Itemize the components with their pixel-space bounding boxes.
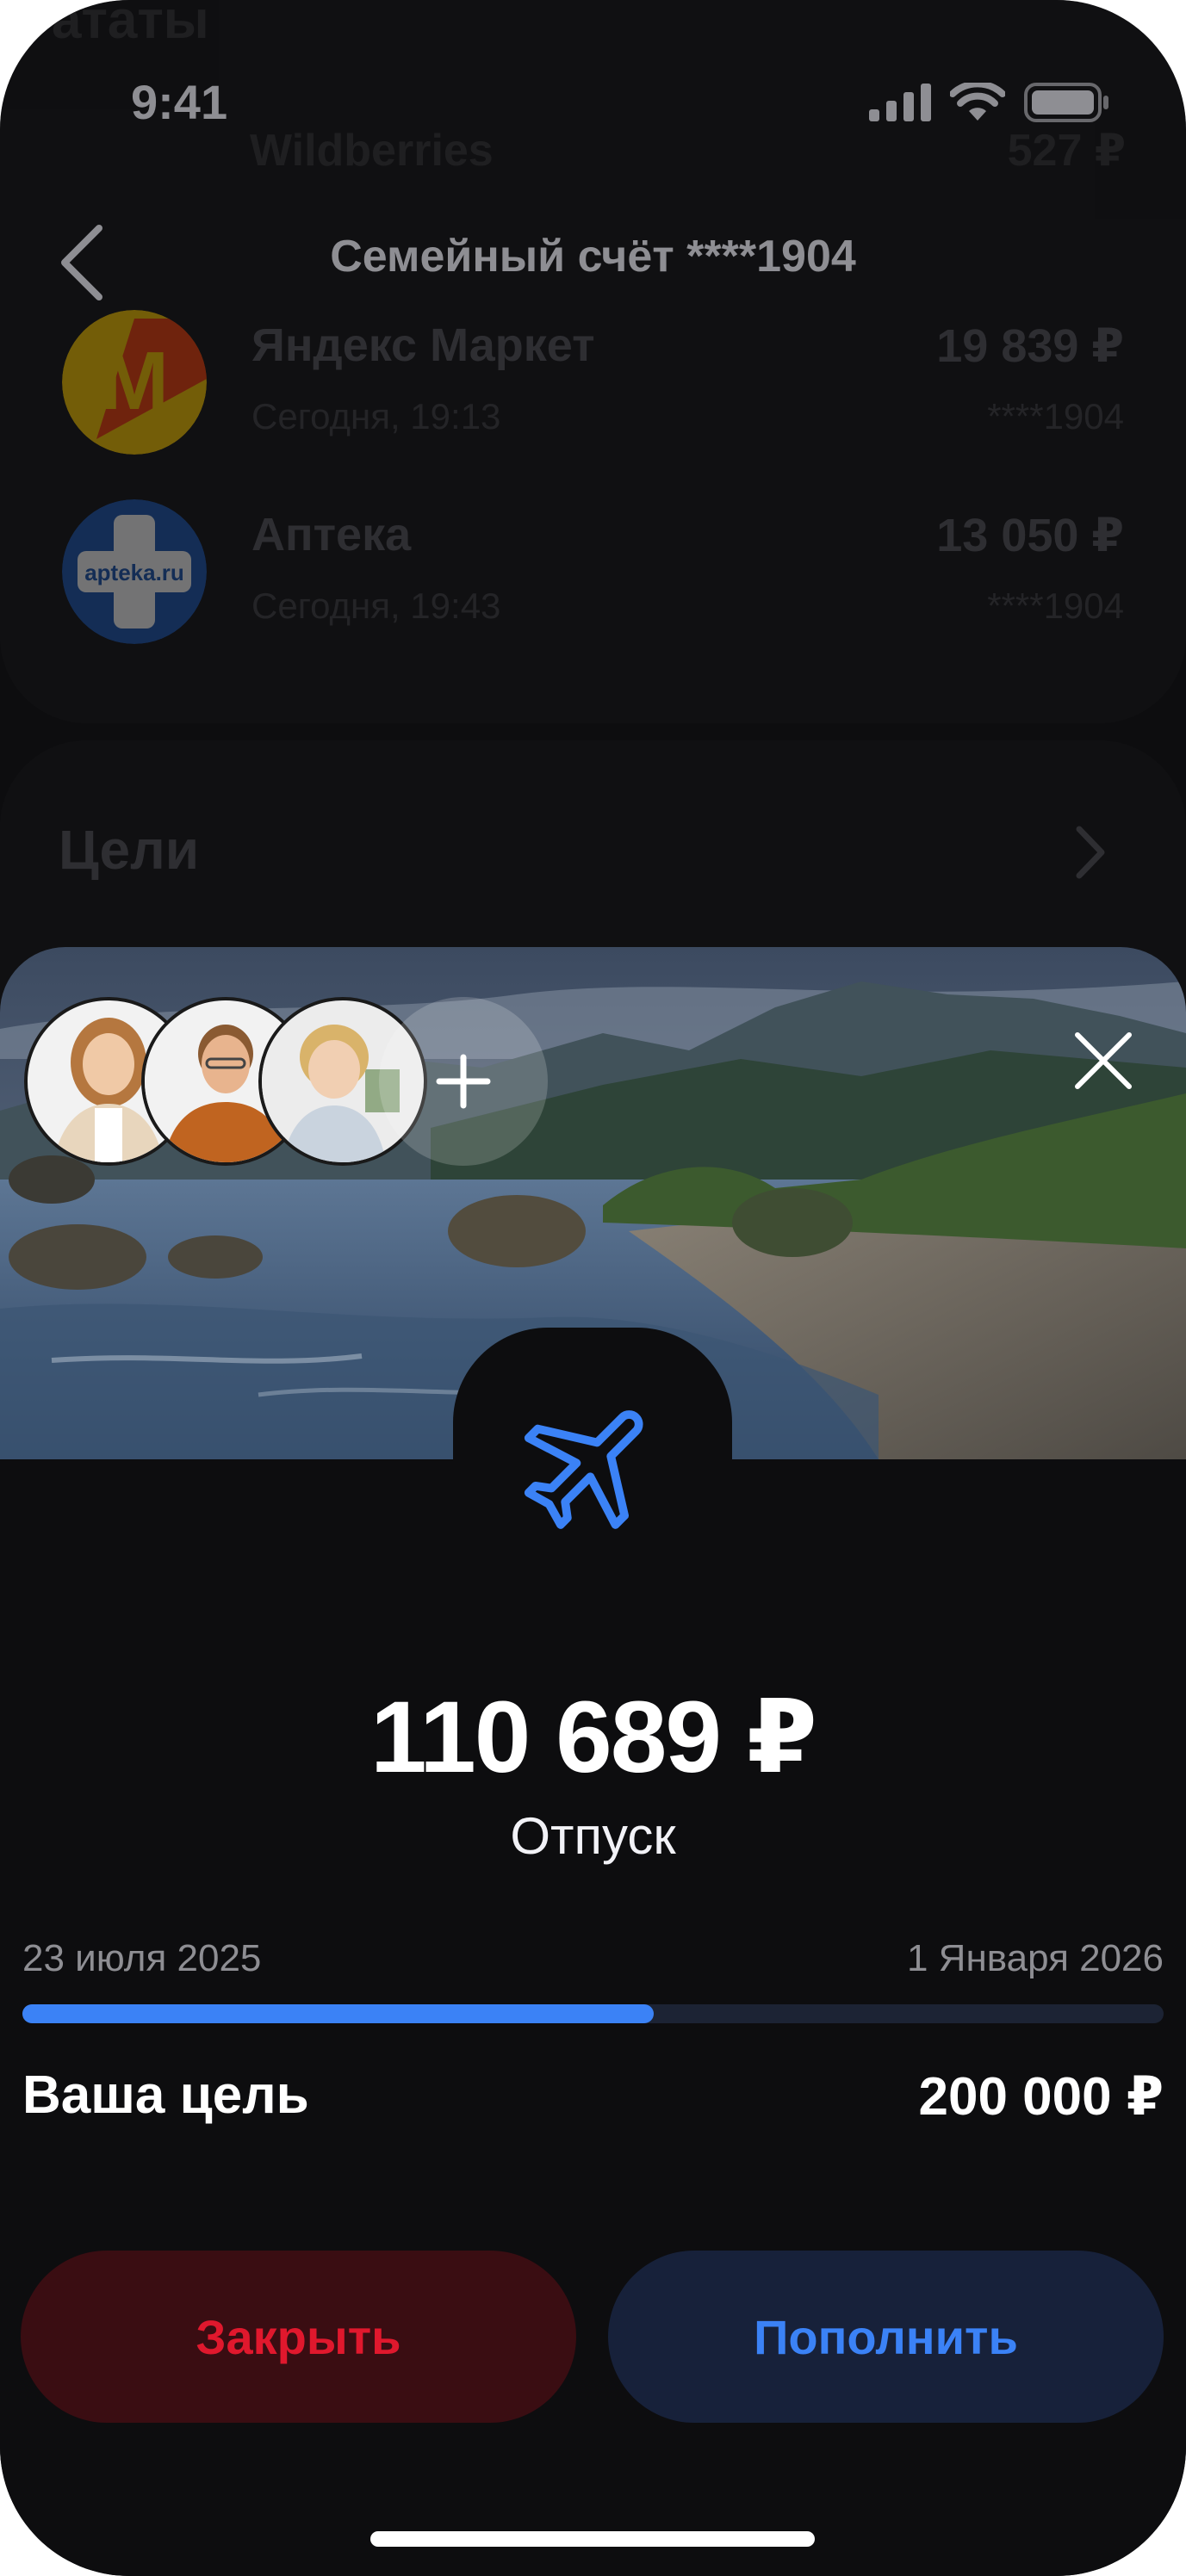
member-avatars [24, 997, 558, 1169]
yandex-market-logo-text: М [100, 335, 169, 427]
chevron-right-icon[interactable] [1069, 822, 1112, 882]
cellular-signal-icon [869, 84, 931, 121]
plus-icon [436, 1054, 491, 1109]
transaction-time: Сегодня, 19:13 [251, 396, 501, 437]
nav-title: Семейный счёт ****1904 [330, 232, 856, 282]
transaction-amount: 19 839 ₽ [936, 320, 1124, 372]
home-indicator[interactable] [370, 2531, 815, 2547]
goal-amount: 110 689 ₽ [370, 1681, 817, 1794]
transaction-account: ****1904 [987, 585, 1124, 626]
airplane-icon [524, 1410, 643, 1529]
apteka-logo-text: apteka.ru [84, 560, 184, 585]
target-value: 200 000 ₽ [918, 2067, 1164, 2127]
transaction-amount: 13 050 ₽ [936, 510, 1124, 561]
transaction-account: ****1904 [987, 396, 1124, 437]
add-member-button[interactable] [379, 997, 548, 1166]
goal-progress-fill [22, 2004, 654, 2023]
background-screen: ататы Wildberries 527 ₽ М Яндекс Маркет … [0, 0, 1186, 1085]
close-icon[interactable] [1072, 1030, 1134, 1092]
goal-name: Отпуск [510, 1807, 676, 1865]
goals-title: Цели [59, 819, 200, 881]
close-goal-button[interactable]: Закрыть [21, 2251, 576, 2423]
transaction-row[interactable]: М Яндекс Маркет Сегодня, 19:13 19 839 ₽ … [0, 310, 1186, 482]
goal-progress-bar [22, 2004, 1164, 2023]
top-up-button[interactable]: Пополнить [608, 2251, 1164, 2423]
battery-icon [1024, 83, 1108, 122]
goal-sheet: 110 689 ₽ Отпуск 23 июля 2025 1 Января 2… [0, 947, 1186, 2576]
status-bar: 9:41 [0, 0, 1186, 138]
target-label: Ваша цель [22, 2065, 309, 2125]
apteka-logo: apteka.ru [62, 499, 207, 644]
status-icons [869, 83, 1110, 122]
end-date: 1 Января 2026 [906, 1937, 1164, 1979]
yandex-market-logo: М [62, 310, 207, 455]
phone-screen: ататы Wildberries 527 ₽ М Яндекс Маркет … [0, 0, 1186, 2576]
transaction-name: Аптека [251, 509, 412, 560]
start-date: 23 июля 2025 [22, 1937, 262, 1979]
wifi-icon [950, 83, 1005, 121]
transaction-time: Сегодня, 19:43 [251, 585, 501, 626]
transaction-name: Яндекс Маркет [251, 319, 595, 371]
transaction-row[interactable]: apteka.ru Аптека Сегодня, 19:43 13 050 ₽… [0, 499, 1186, 672]
status-time: 9:41 [131, 75, 228, 129]
